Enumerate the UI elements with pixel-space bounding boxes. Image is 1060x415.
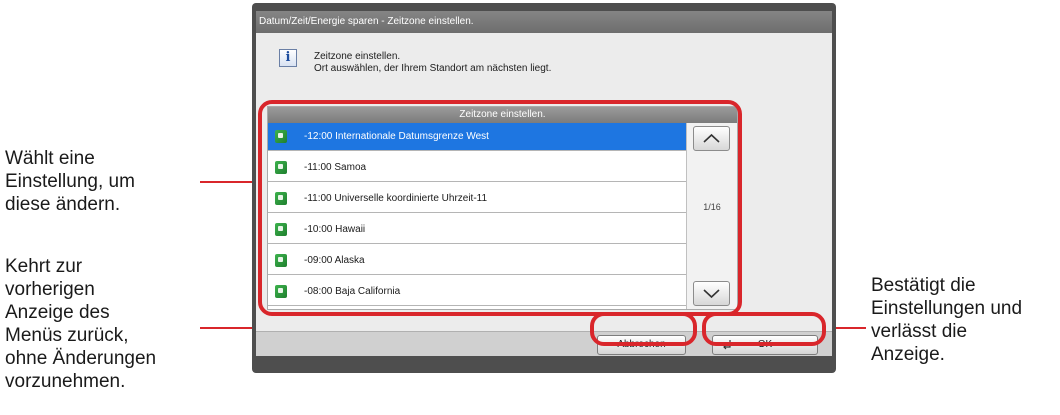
scroll-up-button[interactable] <box>693 126 730 151</box>
scroll-column: 1/16 <box>686 123 737 309</box>
list-header: Zeitzone einstellen. <box>268 107 737 123</box>
chevron-down-icon <box>703 289 720 299</box>
enter-icon <box>723 340 731 350</box>
ok-button[interactable]: OK <box>712 335 818 355</box>
cancel-button[interactable]: Abbrechen <box>597 335 686 355</box>
timezone-item-label: -12:00 Internationale Datumsgrenze West <box>304 131 489 142</box>
timezone-item-label: -09:00 Alaska <box>304 255 365 266</box>
timezone-item-icon <box>275 285 287 298</box>
timezone-item[interactable]: -12:00 Internationale Datumsgrenze West <box>268 123 686 151</box>
timezone-item-icon <box>275 223 287 236</box>
info-message: Zeitzone einstellen. Ort auswählen, der … <box>314 51 551 75</box>
page-indicator: 1/16 <box>703 202 721 212</box>
dialog-screen: Datum/Zeit/Energie sparen - Zeitzone ein… <box>256 11 832 356</box>
bottom-bar: Abbrechen OK <box>256 331 832 356</box>
annotation-ok: Bestätigt die Einstellungen und verlässt… <box>871 275 1023 365</box>
window-title: Datum/Zeit/Energie sparen - Zeitzone ein… <box>256 11 832 33</box>
timezone-item-icon <box>275 161 287 174</box>
info-message-line1: Zeitzone einstellen. <box>314 51 401 62</box>
timezone-item-label: -11:00 Universelle koordinierte Uhrzeit-… <box>304 193 488 204</box>
timezone-item[interactable]: -09:00 Alaska <box>268 247 686 275</box>
device-panel: Datum/Zeit/Energie sparen - Zeitzone ein… <box>252 3 836 373</box>
timezone-item[interactable]: -08:00 Baja California <box>268 278 686 306</box>
timezone-item-icon <box>275 254 287 267</box>
annotation-select-setting: Wählt eine Einstellung, um diese ändern. <box>5 148 135 215</box>
info-message-line2: Ort auswählen, der Ihrem Standort am näc… <box>314 63 552 74</box>
timezone-item-icon <box>275 130 287 143</box>
timezone-item[interactable]: -11:00 Samoa <box>268 154 686 182</box>
ok-button-label: OK <box>757 339 773 350</box>
timezone-item-label: -10:00 Hawaii <box>304 224 366 235</box>
timezone-item[interactable]: -11:00 Universelle koordinierte Uhrzeit-… <box>268 185 686 213</box>
chevron-up-icon <box>703 133 720 143</box>
timezone-item-label: -11:00 Samoa <box>304 162 367 173</box>
info-icon: i <box>279 49 297 67</box>
timezone-list: Zeitzone einstellen. -12:00 Internationa… <box>267 106 738 310</box>
timezone-item-icon <box>275 192 287 205</box>
scroll-down-button[interactable] <box>693 281 730 306</box>
timezone-item-label: -08:00 Baja California <box>304 286 401 297</box>
annotation-cancel: Kehrt zur vorherigen Anzeige des Menüs z… <box>5 256 157 392</box>
timezone-item[interactable]: -10:00 Hawaii <box>268 216 686 244</box>
